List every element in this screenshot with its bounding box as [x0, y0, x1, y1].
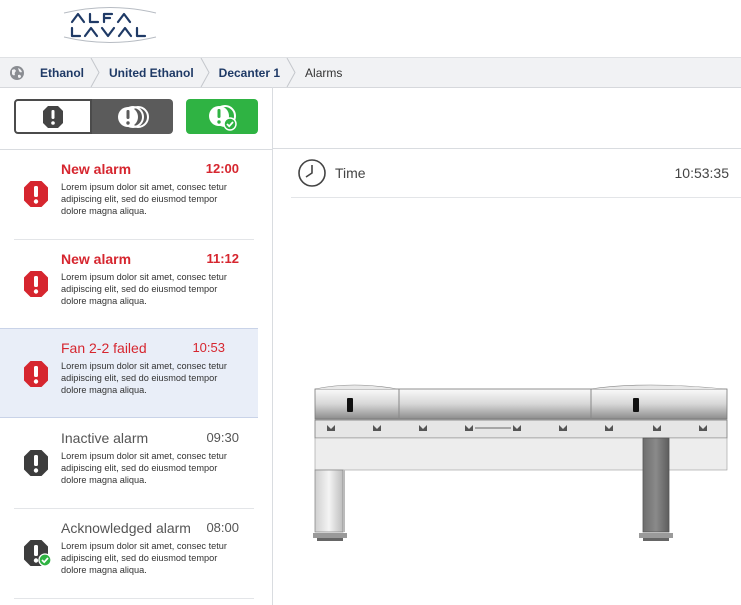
alarm-list-item[interactable]: New alarm 11:12 Lorem ipsum dolor sit am… — [14, 240, 254, 330]
alarm-description: Lorem ipsum dolor sit amet, consec tetur… — [61, 182, 227, 216]
acknowledged-alarm-icon — [24, 540, 52, 567]
time-row: Time 10:53:35 — [291, 149, 741, 198]
alarm-description: Lorem ipsum dolor sit amet, consec tetur… — [61, 272, 227, 306]
alarm-description: Lorem ipsum dolor sit amet, consec tetur… — [61, 361, 227, 395]
alarm-title: New alarm — [61, 161, 132, 177]
alarm-list-item[interactable]: Inactive alarm 09:30 Lorem ipsum dolor s… — [14, 419, 254, 509]
alarm-list-item-selected[interactable]: Fan 2-2 failed 10:53 Lorem ipsum dolor s… — [0, 328, 258, 418]
alarm-exclamation-icon — [24, 181, 48, 207]
detail-header — [273, 87, 741, 149]
breadcrumb-label[interactable]: United Ethanol — [100, 66, 200, 80]
alarm-list-item[interactable]: Acknowledged alarm 08:00 Lorem ipsum dol… — [14, 509, 254, 599]
breadcrumb: Ethanol United Ethanol Decanter 1 Alarms — [0, 57, 741, 88]
breadcrumb-label[interactable]: Decanter 1 — [210, 66, 286, 80]
breadcrumb-item-ethanol[interactable]: Ethanol — [31, 58, 100, 87]
alfa-laval-logo — [63, 7, 157, 43]
breadcrumb-item-united-ethanol[interactable]: United Ethanol — [100, 58, 210, 87]
breadcrumb-label: Alarms — [305, 65, 343, 80]
breadcrumb-item-alarms: Alarms — [296, 58, 348, 87]
alarm-filter-bar — [0, 87, 272, 150]
time-value: 10:53:35 — [674, 165, 730, 181]
alarm-time: 09:30 — [206, 430, 239, 445]
inactive-alarm-icon — [24, 450, 48, 476]
alarm-title: Inactive alarm — [61, 430, 149, 446]
alarm-list-item[interactable]: New alarm 12:00 Lorem ipsum dolor sit am… — [14, 150, 254, 240]
alarm-exclamation-icon — [24, 361, 48, 387]
alarm-description: Lorem ipsum dolor sit amet, consec tetur… — [61, 541, 227, 575]
alarm-time: 10:53 — [192, 340, 225, 355]
filter-all-button[interactable] — [14, 99, 92, 134]
chevron-right-icon — [286, 58, 296, 87]
time-label: Time — [335, 165, 366, 181]
decanter-machine-illustration — [313, 384, 728, 541]
alarm-title: New alarm — [61, 251, 132, 267]
alarm-time: 08:00 — [206, 520, 239, 535]
globe-icon[interactable] — [9, 65, 25, 81]
breadcrumb-item-decanter-1[interactable]: Decanter 1 — [210, 58, 296, 87]
chevron-right-icon — [90, 58, 100, 87]
alarm-list-panel: New alarm 12:00 Lorem ipsum dolor sit am… — [0, 87, 273, 605]
stacked-alarm-icon — [117, 105, 149, 128]
alarm-title: Fan 2-2 failed — [61, 340, 147, 356]
breadcrumb-label[interactable]: Ethanol — [31, 66, 90, 80]
filter-acknowledged-button[interactable] — [186, 99, 258, 134]
alarm-time: 11:12 — [206, 251, 239, 266]
clock-icon — [298, 159, 326, 187]
alarm-icon — [43, 105, 63, 128]
alarm-exclamation-icon — [24, 271, 48, 297]
alarm-detail-panel: Time 10:53:35 — [273, 87, 741, 605]
acknowledged-alarm-icon — [209, 104, 237, 131]
filter-inactive-button[interactable] — [92, 99, 173, 134]
alarm-time: 12:00 — [205, 161, 239, 176]
alarm-title: Acknowledged alarm — [61, 520, 191, 536]
chevron-right-icon — [200, 58, 210, 87]
alarm-description: Lorem ipsum dolor sit amet, consec tetur… — [61, 451, 227, 485]
